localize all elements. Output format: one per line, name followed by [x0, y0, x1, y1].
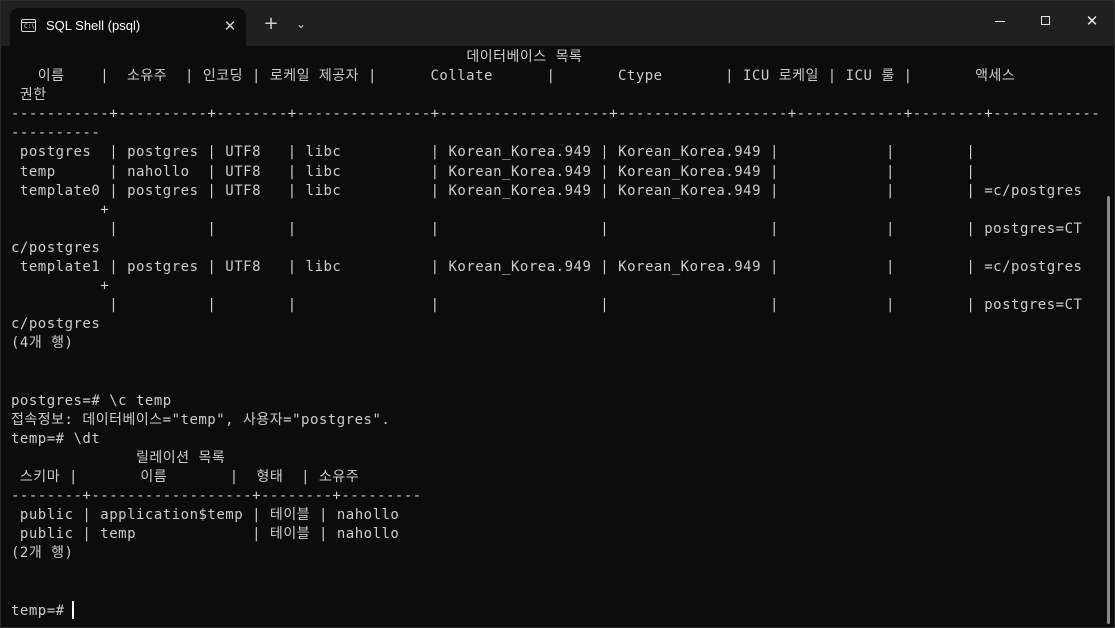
close-tab-icon[interactable]: ✕ [220, 16, 240, 36]
terminal-line: | | | | | | | | postgres=CT [11, 297, 1083, 314]
terminal-line: postgres=# \c temp [11, 392, 172, 409]
maximize-icon [1041, 16, 1050, 25]
terminal-line: 스키마 | 이름 | 형태 | 소유주 [11, 469, 360, 486]
title-bar: C:\ SQL Shell (psql) ✕ + ⌄ ✕ [1, 1, 1114, 46]
close-window-button[interactable]: ✕ [1069, 1, 1114, 41]
terminal-line: ---------- [11, 125, 101, 142]
terminal-line: + [11, 278, 110, 295]
terminal-output[interactable]: 데이터베이스 목록 이름 | 소유주 | 인코딩 | 로케일 제공자 | Col… [11, 48, 1101, 626]
terminal-window: C:\ SQL Shell (psql) ✕ + ⌄ ✕ 데이터베이스 목록 이… [0, 0, 1115, 628]
terminal-line: -----------+----------+--------+--------… [11, 106, 1101, 123]
terminal-line: template0 | postgres | UTF8 | libc | Kor… [11, 182, 1083, 199]
terminal-line: + [11, 201, 110, 218]
terminal-line: 릴레이션 목록 [11, 449, 226, 466]
terminal-line: public | temp | 테이블 | nahollo [11, 526, 400, 543]
tab-title: SQL Shell (psql) [46, 18, 141, 33]
terminal-line: (2개 행) [11, 545, 74, 562]
minimize-icon [995, 21, 1005, 22]
terminal-line: temp | nahollo | UTF8 | libc | Korean_Ko… [11, 163, 976, 180]
terminal-line: temp=# \dt [11, 430, 101, 447]
terminal-line: | | | | | | | | postgres=CT [11, 220, 1083, 237]
chevron-down-icon[interactable]: ⌄ [291, 13, 311, 35]
terminal-line: (4개 행) [11, 335, 74, 352]
terminal-line: c/postgres [11, 316, 101, 333]
maximize-button[interactable] [1023, 1, 1069, 41]
text-cursor [72, 601, 74, 619]
terminal-line: 데이터베이스 목록 [11, 49, 583, 65]
terminal-line: 이름 | 소유주 | 인코딩 | 로케일 제공자 | Collate | Cty… [11, 68, 1016, 85]
terminal-line: --------+------------------+--------+---… [11, 488, 422, 505]
terminal-line: postgres | postgres | UTF8 | libc | Kore… [11, 144, 976, 161]
terminal-line: c/postgres [11, 239, 101, 256]
scrollbar[interactable] [1107, 196, 1110, 624]
terminal-icon: C:\ [21, 19, 36, 32]
new-tab-button[interactable]: + [260, 13, 282, 35]
terminal-line: 권한 [11, 87, 47, 104]
terminal-line: 접속정보: 데이터베이스="temp", 사용자="postgres". [11, 411, 391, 428]
terminal-line: temp=# [11, 602, 74, 619]
minimize-button[interactable] [977, 1, 1023, 41]
terminal-line: template1 | postgres | UTF8 | libc | Kor… [11, 259, 1083, 276]
tab-sql-shell[interactable]: C:\ SQL Shell (psql) ✕ [10, 8, 246, 46]
terminal-line: public | application$temp | 테이블 | naholl… [11, 507, 400, 524]
